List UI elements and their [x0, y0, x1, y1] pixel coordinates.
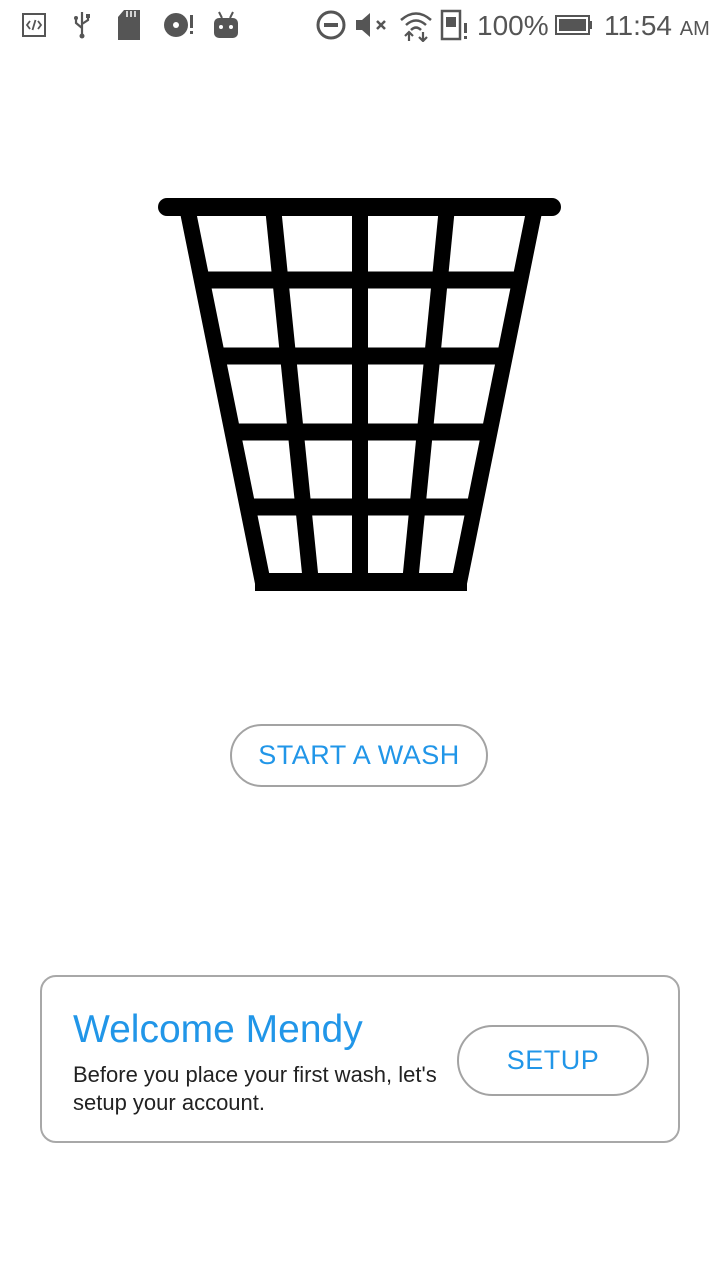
do-not-disturb-icon [315, 8, 347, 42]
clock: 11:54 AM [604, 6, 710, 49]
sd-card-icon [116, 8, 142, 42]
battery-percentage: 100% [477, 10, 549, 41]
clock-time: 11:54 [604, 10, 672, 41]
welcome-message: Before you place your first wash, let's … [73, 1062, 437, 1115]
welcome-card: Welcome Mendy Before you place your firs… [40, 975, 680, 1143]
laundry-basket-icon [155, 192, 567, 596]
mute-icon [354, 8, 390, 42]
clock-ampm: AM [679, 18, 710, 40]
sim-alert-icon [440, 8, 470, 42]
wifi-icon [398, 8, 434, 42]
start-wash-button[interactable]: START A WASH [230, 724, 488, 787]
battery-icon [555, 8, 593, 42]
android-debug-icon [212, 8, 240, 42]
status-bar: 100% 11:54 AM [0, 0, 720, 50]
usb-icon [70, 8, 94, 42]
welcome-title: Welcome Mendy [73, 1008, 363, 1051]
setup-button[interactable]: SETUP [457, 1025, 649, 1096]
disk-alert-icon [162, 8, 196, 42]
developer-mode-icon [20, 8, 48, 42]
